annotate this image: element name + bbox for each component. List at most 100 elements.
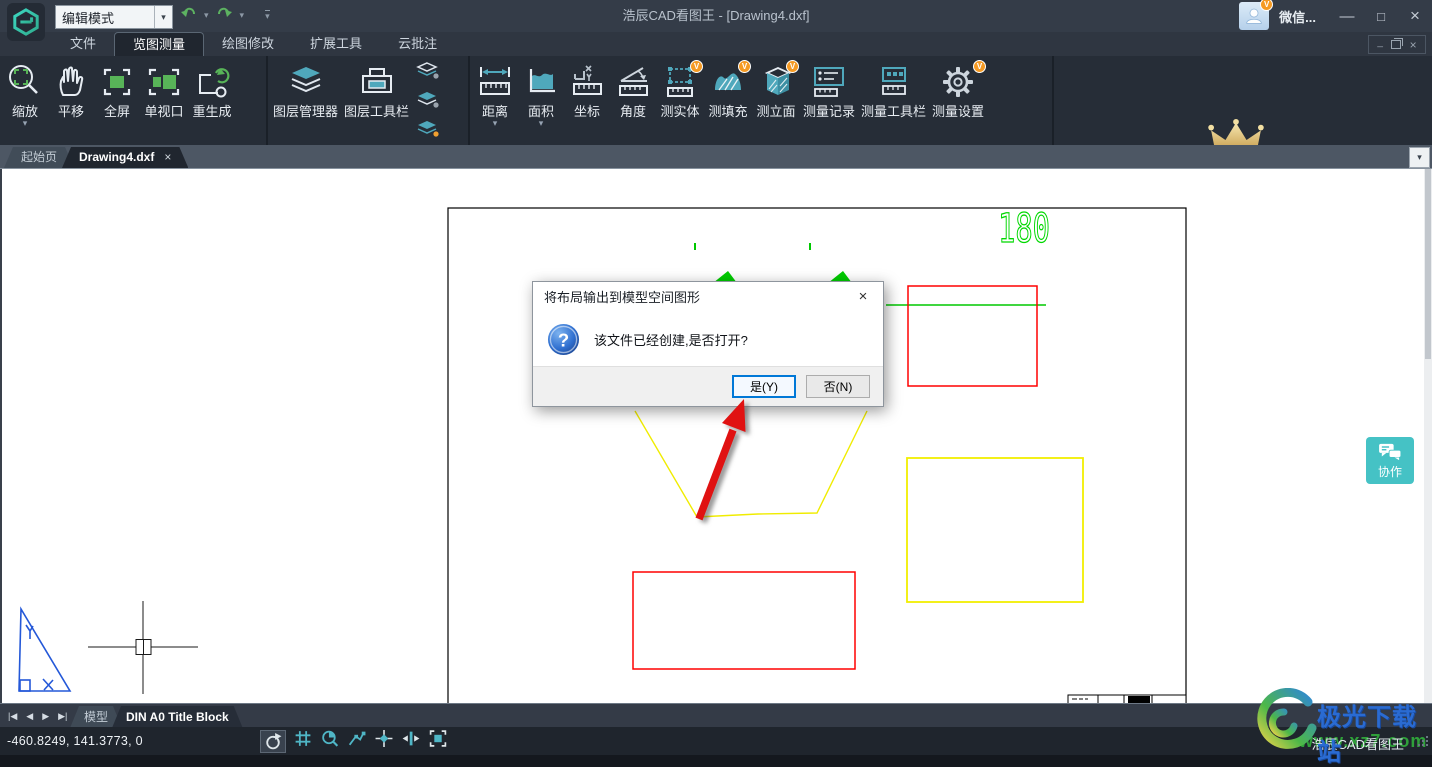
wechat-label[interactable]: 微信... (1279, 7, 1316, 26)
mdi-restore-icon[interactable] (1391, 40, 1401, 49)
document-tab-bar: 起始页 Drawing4.dxf× ▾ (0, 145, 1432, 169)
first-layout-icon[interactable]: |◀ (8, 711, 17, 722)
undo-icon[interactable] (180, 6, 197, 25)
measure-elevation-button[interactable]: 测立面 V (752, 58, 800, 120)
yes-button[interactable]: 是(Y) (732, 375, 796, 398)
ucs-toggle-icon[interactable] (260, 730, 286, 753)
vertical-scrollbar[interactable] (1424, 169, 1432, 703)
single-viewport-button[interactable]: 单视口 (140, 58, 188, 120)
menu-tab-draw-modify[interactable]: 绘图修改 (204, 32, 292, 56)
zoom-icon (5, 59, 45, 104)
distance-button[interactable]: 距离 ▾ (472, 58, 518, 128)
layer-state-icon[interactable] (416, 90, 440, 116)
pan-hand-icon (51, 59, 91, 104)
tab-drawing4[interactable]: Drawing4.dxf× (62, 147, 188, 168)
quick-access-customize-icon[interactable]: ▾ (265, 10, 270, 21)
pan-button[interactable]: 平移 (48, 58, 94, 120)
collaboration-label: 协作 (1378, 463, 1402, 480)
menu-tab-extended-tools[interactable]: 扩展工具 (292, 32, 380, 56)
export-layout-dialog: 将布局输出到模型空间图形 × ? 该文件已经创建,是否打开? 是(Y) 否(N) (532, 281, 884, 407)
undo-dropdown-icon[interactable]: ▾ (204, 10, 209, 21)
zoom-state-icon[interactable] (320, 729, 340, 753)
app-logo-icon[interactable] (7, 3, 45, 41)
vip-badge-icon: V (973, 60, 986, 73)
layers-icon (285, 59, 327, 104)
menu-tab-file[interactable]: 文件 (52, 32, 114, 56)
dialog-close-icon[interactable]: × (843, 282, 883, 311)
zoom-button[interactable]: 缩放 ▾ (2, 58, 48, 128)
coordinate-button[interactable]: 坐标 (564, 58, 610, 120)
last-layout-icon[interactable]: ▶| (58, 711, 67, 722)
prev-layout-icon[interactable]: ◀ (26, 711, 33, 722)
angle-button[interactable]: 角度 (610, 58, 656, 120)
measure-toolbar-icon (872, 59, 916, 104)
grid-toggle-icon[interactable] (293, 729, 313, 753)
watermark-logo-icon (1246, 688, 1320, 759)
redo-dropdown-icon[interactable]: ▾ (240, 10, 245, 21)
vip-badge-icon: V (738, 60, 751, 73)
chevron-down-icon[interactable]: ▾ (493, 119, 498, 127)
vip-badge-icon: V (786, 60, 799, 73)
layer-manager-button[interactable]: 图层管理器 (270, 58, 341, 120)
measure-record-icon (807, 59, 851, 104)
svg-text:?: ? (558, 329, 569, 350)
next-layout-icon[interactable]: ▶ (42, 711, 49, 722)
fullscreen-icon (97, 59, 137, 104)
fullscreen-button[interactable]: 全屏 (94, 58, 140, 120)
red-rectangle (633, 572, 855, 669)
measure-toolbar-button[interactable]: 测量工具栏 (858, 58, 929, 120)
tab-din-a0-title-block[interactable]: DIN A0 Title Block (112, 706, 243, 728)
measure-settings-button[interactable]: 测量设置 V (929, 58, 987, 120)
mdi-minimize-icon[interactable]: _ (1377, 38, 1383, 48)
title-bar: 编辑模式 ▾ ▾ ▾ ▾ 浩辰CAD看图王 - [Drawing4.dxf] V… (0, 0, 1432, 32)
collaboration-button[interactable]: 协作 (1366, 437, 1414, 484)
area-button[interactable]: 面积 ▾ (518, 58, 564, 128)
no-button[interactable]: 否(N) (806, 375, 870, 398)
menu-tab-cloud-annotation[interactable]: 云批注 (380, 32, 455, 56)
polyline-snap-icon[interactable] (347, 729, 367, 753)
mode-select-value: 编辑模式 (56, 8, 154, 27)
maximize-button[interactable]: □ (1364, 0, 1398, 32)
scrollbar-thumb[interactable] (1425, 169, 1431, 359)
chevron-down-icon[interactable]: ▾ (23, 119, 28, 127)
mdi-close-icon[interactable]: × (1410, 40, 1417, 50)
vip-badge-icon: V (690, 60, 703, 73)
measure-entity-button[interactable]: 测实体 V (656, 58, 704, 120)
measure-record-button[interactable]: 测量记录 (800, 58, 858, 120)
redo-icon[interactable] (216, 6, 233, 25)
coordinate-icon (567, 59, 607, 104)
layer-state-icon[interactable] (416, 119, 440, 145)
drawing-canvas[interactable]: 180 (0, 169, 1432, 703)
angle-icon (613, 59, 653, 104)
yellow-trapezoid (635, 411, 867, 517)
chevron-down-icon[interactable]: ▾ (539, 119, 544, 127)
area-icon (521, 59, 561, 104)
vip-badge-icon: V (1260, 0, 1273, 11)
cad-drawing: 180 (2, 169, 1432, 703)
snap-tracking-icon[interactable] (401, 729, 421, 753)
distance-icon (475, 59, 515, 104)
layer-state-icon[interactable] (416, 61, 440, 87)
selection-cycling-icon[interactable] (428, 729, 448, 753)
mdi-window-controls: _ × (1368, 35, 1426, 54)
title-block (1068, 695, 1186, 703)
ucs-icon (19, 609, 70, 691)
close-button[interactable]: × (1398, 0, 1432, 32)
layer-toolbar-button[interactable]: 图层工具栏 (341, 58, 412, 120)
measure-hatch-button[interactable]: 测填充 V (704, 58, 752, 120)
wechat-avatar[interactable]: V (1239, 2, 1269, 30)
menu-tab-view-measure[interactable]: 览图测量 (114, 32, 204, 56)
watermark-site-name: 极光下载站 (1317, 697, 1432, 767)
toolbox-icon (356, 59, 398, 104)
status-bar: -460.8249, 141.3773, 0 (0, 727, 1432, 755)
yellow-rectangle (907, 458, 1083, 602)
minimize-button[interactable]: — (1330, 0, 1364, 32)
chat-bubbles-icon (1377, 442, 1403, 462)
mode-select-dropdown[interactable]: 编辑模式 ▾ (55, 5, 173, 29)
viewport-icon (143, 59, 185, 104)
ribbon: 缩放 ▾ 平移 全屏 (0, 56, 1432, 147)
tab-close-icon[interactable]: × (164, 150, 171, 164)
regen-button[interactable]: 重生成 (188, 58, 236, 120)
tab-list-dropdown[interactable]: ▾ (1409, 147, 1430, 168)
object-snap-icon[interactable] (374, 729, 394, 753)
